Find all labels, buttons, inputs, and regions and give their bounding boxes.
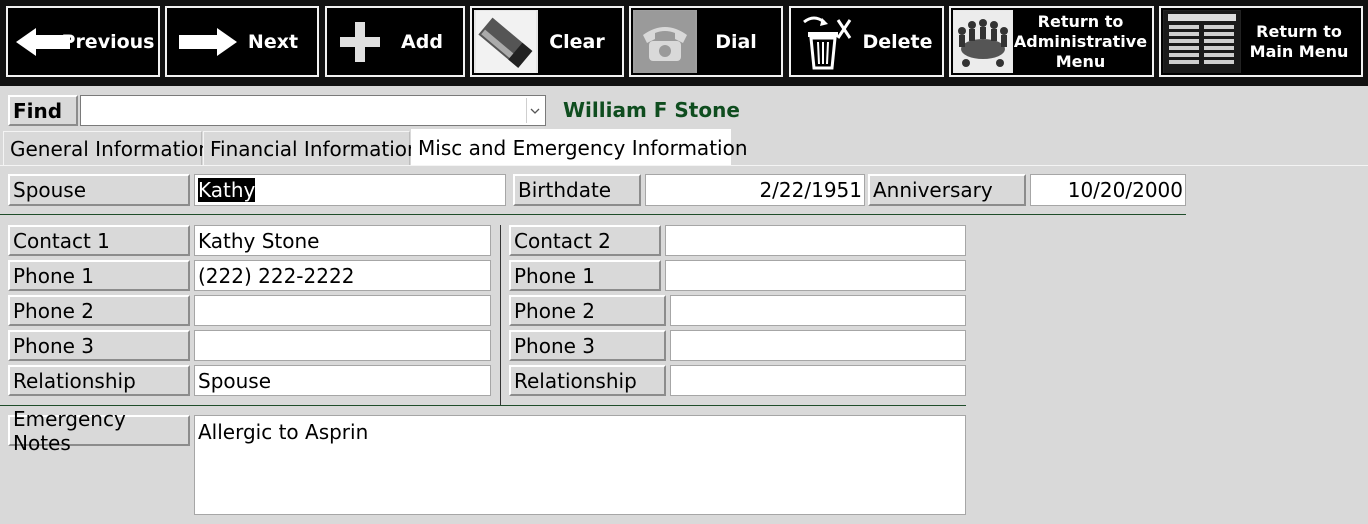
emergency-notes-label: Emergency Notes — [8, 407, 190, 455]
section-divider — [0, 214, 1186, 215]
contact2-label: Contact 2 — [509, 225, 661, 256]
contact2-phone3-field[interactable] — [670, 330, 966, 361]
find-label: Find — [8, 95, 78, 126]
contact1-label: Contact 1 — [8, 225, 190, 256]
toolbar: Previous Next Add Clear Dial Delete Retu… — [0, 0, 1368, 86]
dial-label: Dial — [715, 30, 757, 53]
tab-misc-emergency-information[interactable]: Misc and Emergency Information — [411, 129, 748, 165]
chevron-down-icon[interactable] — [526, 98, 543, 123]
find-combobox[interactable] — [80, 95, 546, 126]
contact1-phone3-field[interactable] — [194, 330, 491, 361]
contact2-relationship-label: Relationship — [509, 365, 666, 396]
contact1-phone2-label: Phone 2 — [8, 295, 190, 326]
return-admin-button[interactable]: Return to Administrative Menu — [949, 6, 1154, 77]
spouse-value: Kathy — [198, 178, 256, 202]
contact1-phone2-field[interactable] — [194, 295, 491, 326]
contact1-relationship-field[interactable]: Spouse — [194, 365, 491, 396]
selected-person-name: William F Stone — [563, 98, 740, 122]
return-main-label: Return to Main Menu — [1249, 21, 1349, 61]
add-button[interactable]: Add — [325, 6, 465, 77]
contact2-phone1-field[interactable] — [665, 260, 966, 291]
spouse-field[interactable]: Kathy — [194, 174, 506, 206]
contact2-phone3-label: Phone 3 — [509, 330, 666, 361]
clear-button[interactable]: Clear — [470, 6, 624, 77]
delete-label: Delete — [862, 30, 933, 53]
tab-divider — [0, 165, 1368, 166]
add-label: Add — [401, 30, 443, 53]
tab-financial-information[interactable]: Financial Information — [203, 131, 420, 165]
trash-can-icon — [797, 12, 857, 71]
previous-label: Previous — [61, 30, 155, 53]
eraser-icon — [474, 10, 538, 73]
main-menu-thumbnail-icon — [1163, 10, 1241, 73]
plus-icon — [335, 12, 385, 71]
right-arrow-icon — [175, 12, 239, 71]
contact2-phone1-label: Phone 1 — [509, 260, 661, 291]
contact2-relationship-field[interactable] — [670, 365, 966, 396]
dial-button[interactable]: Dial — [629, 6, 783, 77]
birthdate-label: Birthdate — [513, 174, 641, 206]
return-admin-label: Return to Administrative Menu — [1013, 11, 1148, 71]
contact1-field[interactable]: Kathy Stone — [194, 225, 491, 256]
previous-button[interactable]: Previous — [6, 6, 160, 77]
delete-button[interactable]: Delete — [789, 6, 944, 77]
tab-general-information[interactable]: General Information — [3, 131, 211, 165]
contact-column-divider — [500, 225, 501, 405]
meeting-people-icon — [953, 10, 1013, 73]
emergency-notes-field[interactable]: Allergic to Asprin — [194, 415, 966, 515]
contact1-relationship-label: Relationship — [8, 365, 190, 396]
next-label: Next — [247, 30, 299, 53]
telephone-icon — [633, 10, 697, 73]
contact2-phone2-label: Phone 2 — [509, 295, 666, 326]
contact2-field[interactable] — [665, 225, 966, 256]
contact1-phone3-label: Phone 3 — [8, 330, 190, 361]
anniversary-label: Anniversary — [868, 174, 1026, 206]
contact2-phone2-field[interactable] — [670, 295, 966, 326]
contact1-phone1-field[interactable]: (222) 222-2222 — [194, 260, 491, 291]
next-button[interactable]: Next — [165, 6, 319, 77]
birthdate-field[interactable]: 2/22/1951 — [645, 174, 865, 206]
spouse-label: Spouse — [8, 174, 190, 206]
clear-label: Clear — [549, 30, 605, 53]
contact1-phone1-label: Phone 1 — [8, 260, 190, 291]
return-main-button[interactable]: Return to Main Menu — [1159, 6, 1363, 77]
anniversary-field[interactable]: 10/20/2000 — [1030, 174, 1186, 206]
